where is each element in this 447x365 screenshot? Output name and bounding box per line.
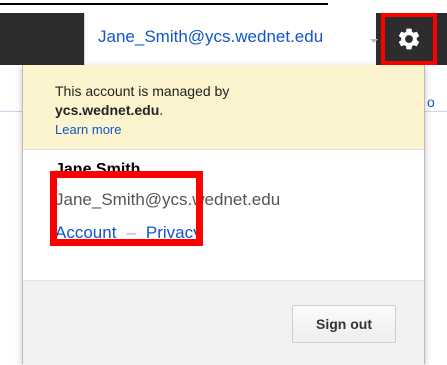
account-link[interactable]: Account [55,223,116,242]
dropdown-footer: Sign out [23,280,424,365]
gear-icon [398,28,420,50]
settings-button[interactable] [381,13,437,65]
managed-account-notice: This account is managed by ycs.wednet.ed… [23,65,424,150]
caret-down-icon[interactable] [370,39,378,43]
notice-domain-line: ycs.wednet.edu. [55,102,163,118]
privacy-link[interactable]: Privacy [146,223,202,242]
account-links: Account – Privacy [55,223,202,243]
user-name: Jane Smith [55,161,141,178]
link-separator: – [126,223,136,242]
page-link-fragment[interactable]: o [427,94,435,110]
notice-domain: ycs.wednet.edu [55,102,160,118]
learn-more-link[interactable]: Learn more [55,122,121,137]
page-background-left [0,65,22,364]
account-dropdown: This account is managed by ycs.wednet.ed… [22,65,425,365]
account-switcher[interactable]: Jane_Smith@ycs.wednet.edu [84,13,378,65]
top-bar-left [0,13,84,65]
annotation-underline [0,3,328,5]
page-divider-left [0,111,22,112]
sign-out-button[interactable]: Sign out [292,305,396,343]
page-divider-right [425,111,447,112]
notice-domain-suffix: . [159,102,164,118]
top-bar: Jane_Smith@ycs.wednet.edu [0,13,447,65]
notice-text: This account is managed by [55,83,230,99]
top-strip [0,0,447,10]
user-email: Jane_Smith@ycs.wednet.edu [55,190,281,209]
account-email-label[interactable]: Jane_Smith@ycs.wednet.edu [98,27,323,47]
